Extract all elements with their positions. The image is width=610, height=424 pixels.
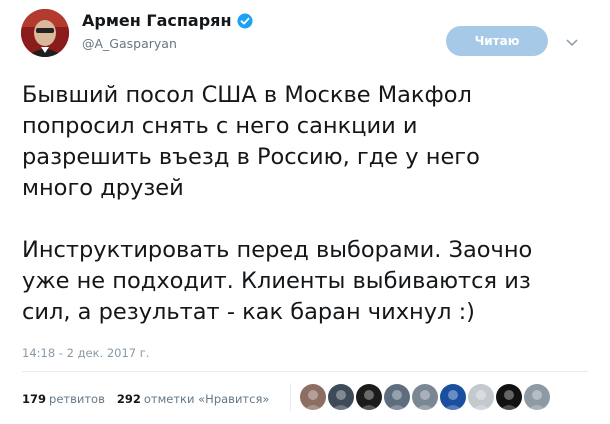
liker-avatar-4[interactable] bbox=[384, 384, 410, 410]
liker-avatar-5[interactable] bbox=[412, 384, 438, 410]
stats-separator bbox=[290, 383, 291, 411]
chevron-down-icon[interactable] bbox=[565, 33, 579, 47]
liker-avatar-3[interactable] bbox=[356, 384, 382, 410]
follow-button[interactable]: Читаю bbox=[446, 26, 548, 56]
author-avatar[interactable] bbox=[21, 9, 69, 57]
verified-badge-icon bbox=[237, 13, 253, 29]
liker-avatar-1[interactable] bbox=[300, 384, 326, 410]
liker-avatars bbox=[300, 384, 552, 410]
likes-label: отметки «Нравится» bbox=[143, 392, 270, 406]
tweet-text: Бывший посол США в Москве Макфол попроси… bbox=[22, 82, 533, 325]
liker-avatar-7[interactable] bbox=[468, 384, 494, 410]
retweets-count: 179 bbox=[22, 392, 47, 406]
liker-avatar-8[interactable] bbox=[496, 384, 522, 410]
tweet-timestamp[interactable]: 14:18 - 2 дек. 2017 г. bbox=[22, 346, 149, 360]
divider bbox=[22, 371, 588, 372]
liker-avatar-2[interactable] bbox=[328, 384, 354, 410]
likes-stat[interactable]: 292 отметки «Нравится» bbox=[117, 392, 270, 406]
likes-count: 292 bbox=[116, 392, 141, 406]
author-name-row: Армен Гаспарян bbox=[82, 11, 253, 30]
retweets-label: ретвитов bbox=[49, 392, 105, 406]
liker-avatar-9[interactable] bbox=[524, 384, 550, 410]
liker-avatar-6[interactable] bbox=[440, 384, 466, 410]
tweet-stats: 179 ретвитов 292 отметки «Нравится» bbox=[22, 392, 269, 406]
retweets-stat[interactable]: 179 ретвитов bbox=[22, 392, 105, 406]
author-name[interactable]: Армен Гаспарян bbox=[82, 11, 232, 30]
author-handle[interactable]: @A_Gasparyan bbox=[82, 36, 177, 51]
